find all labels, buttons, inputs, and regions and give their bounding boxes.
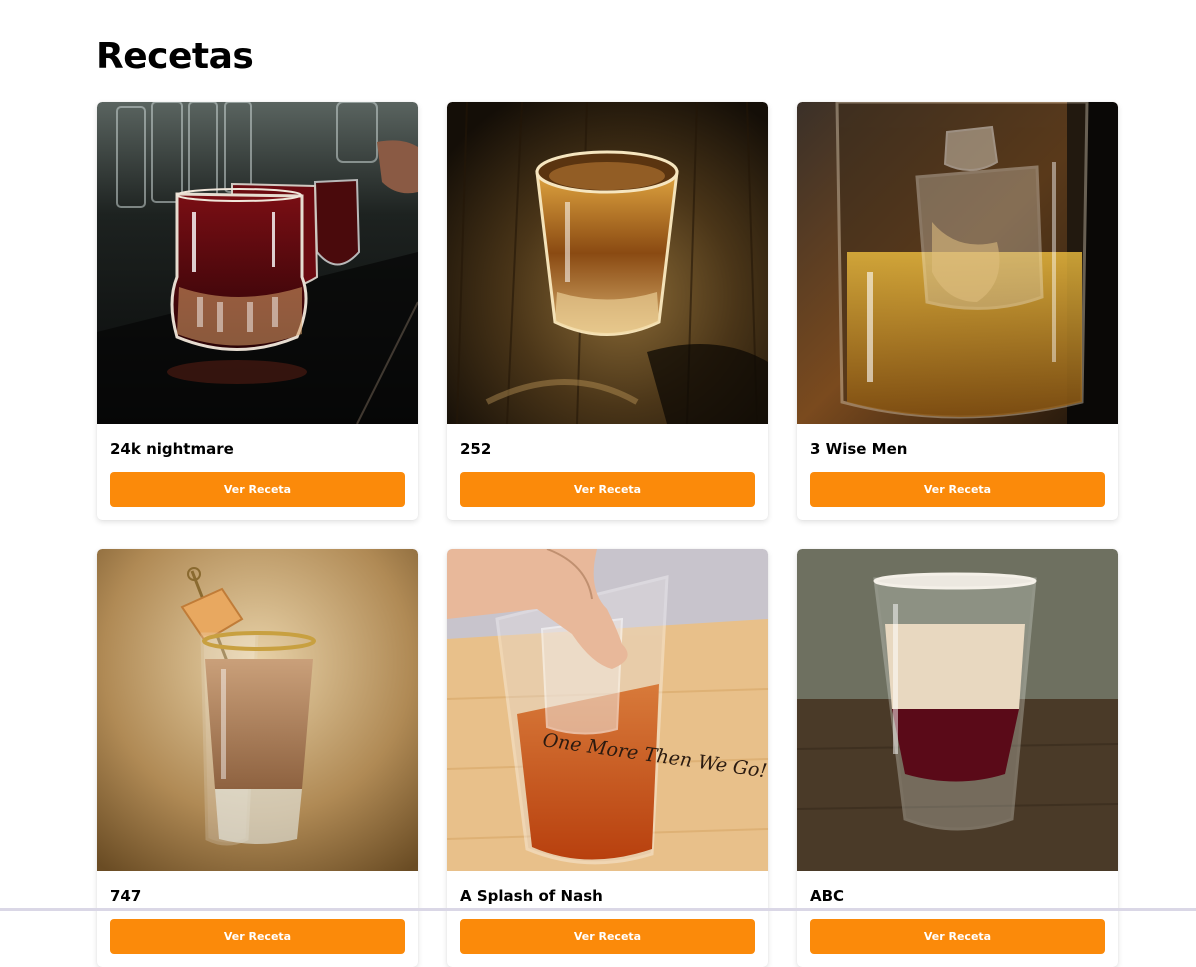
recipe-card[interactable]: 747 Ver Receta	[97, 549, 418, 967]
recipe-card[interactable]: 3 Wise Men Ver Receta	[797, 102, 1118, 520]
view-recipe-button[interactable]: Ver Receta	[810, 919, 1105, 954]
recipe-photo[interactable]	[97, 102, 418, 424]
view-recipe-button[interactable]: Ver Receta	[810, 472, 1105, 507]
page-title: Recetas	[96, 36, 254, 77]
recipe-card[interactable]: ABC Ver Receta	[797, 549, 1118, 967]
recipe-name: 747	[110, 887, 142, 905]
recipe-name: ABC	[810, 887, 845, 905]
recipe-card[interactable]: One More Then We Go! A Splash of Nash Ve…	[447, 549, 768, 967]
recipe-name: 252	[460, 440, 492, 458]
recipe-name: 24k nightmare	[110, 440, 234, 458]
view-recipe-button[interactable]: Ver Receta	[110, 919, 405, 954]
recipe-photo[interactable]	[797, 102, 1118, 424]
recipe-photo[interactable]: One More Then We Go!	[447, 549, 768, 871]
view-recipe-button[interactable]: Ver Receta	[110, 472, 405, 507]
recipe-photo[interactable]	[797, 549, 1118, 871]
recipe-photo[interactable]	[447, 102, 768, 424]
recipe-card[interactable]: 252 Ver Receta	[447, 102, 768, 520]
recipe-grid: 24k nightmare Ver Receta 252 Ver Receta …	[97, 102, 1118, 967]
recipe-name: 3 Wise Men	[810, 440, 908, 458]
view-recipe-button[interactable]: Ver Receta	[460, 472, 755, 507]
view-recipe-button[interactable]: Ver Receta	[460, 919, 755, 954]
recipe-card[interactable]: 24k nightmare Ver Receta	[97, 102, 418, 520]
recipe-name: A Splash of Nash	[460, 887, 603, 905]
recipe-photo[interactable]	[97, 549, 418, 871]
